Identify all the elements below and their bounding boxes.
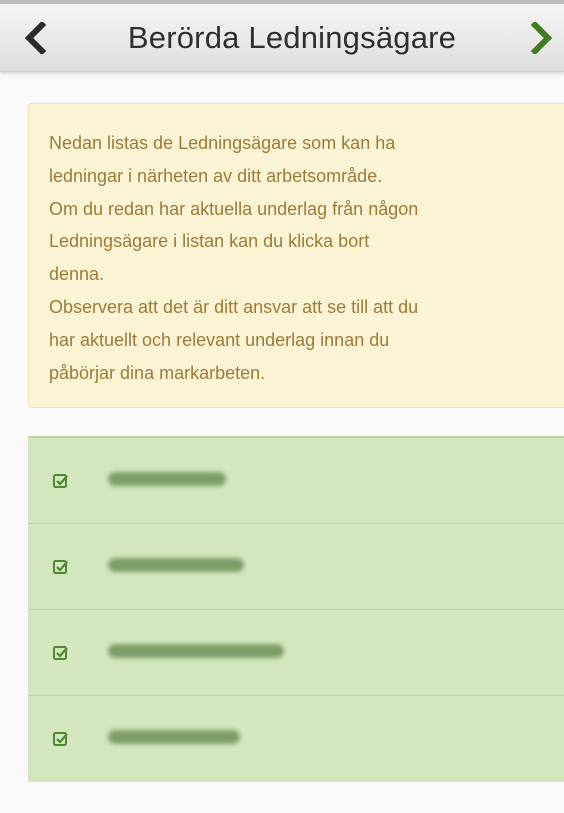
owner-list [28,436,564,782]
back-button[interactable] [20,20,50,56]
info-line: Nedan listas de Ledningsägare som kan ha [49,133,396,153]
info-line: Observera att det är ditt ansvar att se … [49,296,419,317]
owner-list-item[interactable] [28,610,564,696]
info-line: Om du redan har aktuella underlag från n… [49,198,419,219]
chevron-right-icon [530,22,552,54]
checkbox-checked-icon[interactable] [53,645,69,661]
info-line: Ledningsägare i listan kan du klicka bor… [49,231,370,252]
info-line: påbörjar dina markarbeten. [49,362,266,383]
checkbox-checked-icon[interactable] [53,473,69,489]
info-box: Nedan listas de Ledningsägare som kan ha… [28,103,564,408]
owner-list-item[interactable] [28,696,564,782]
redacted-name [108,472,226,486]
redacted-name [108,644,284,658]
forward-button[interactable] [530,20,564,56]
action-bar: Berörda Ledningsägare [0,0,564,72]
checkbox-checked-icon[interactable] [53,731,69,747]
redacted-name [108,730,240,744]
owner-list-item[interactable] [28,438,564,524]
info-line: ledningar i närheten av ditt arbetsområd… [49,165,383,186]
checkbox-checked-icon[interactable] [53,559,69,575]
chevron-left-icon [24,22,46,54]
info-line: har aktuellt och relevant underlag innan… [49,329,390,350]
owner-list-item[interactable] [28,524,564,610]
redacted-name [108,558,244,572]
info-line: denna. [49,264,105,285]
page-title: Berörda Ledningsägare [127,20,457,55]
